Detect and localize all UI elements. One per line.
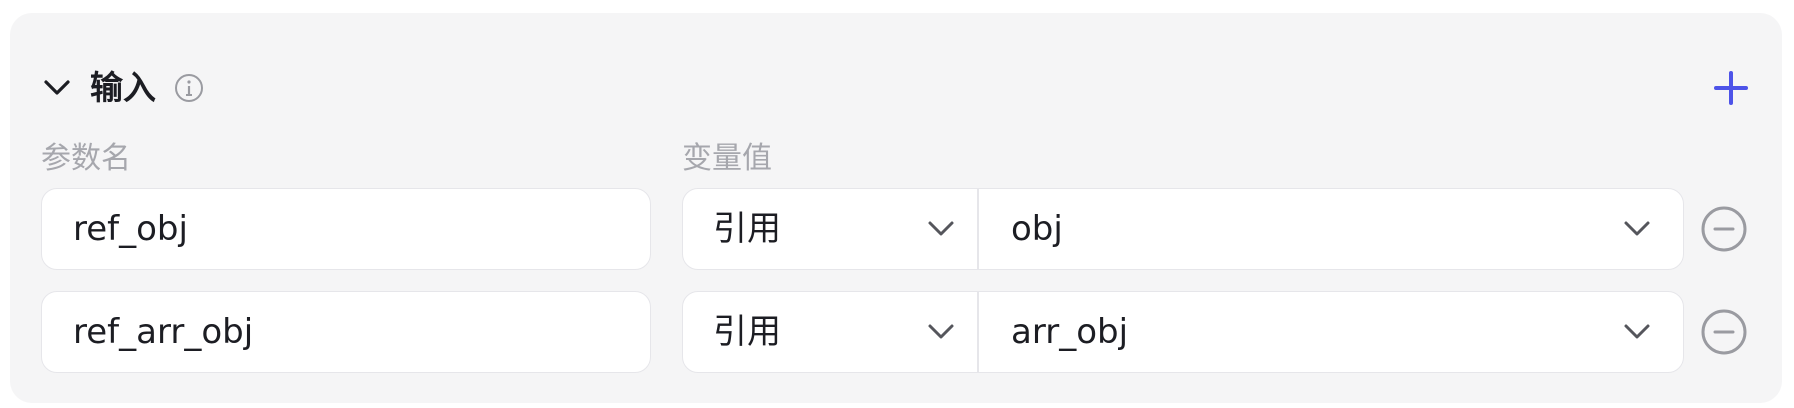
parameter-row: ref_obj 引用 obj — [10, 188, 1782, 272]
parameter-row: ref_arr_obj 引用 arr_obj — [10, 291, 1782, 375]
chevron-down-icon — [925, 317, 957, 347]
chevron-down-icon — [925, 214, 957, 244]
remove-row-button[interactable] — [1700, 308, 1748, 356]
variable-value-field: 引用 obj — [682, 188, 1684, 270]
minus-circle-icon — [1701, 206, 1747, 252]
variable-select-value: arr_obj — [1011, 312, 1129, 352]
chevron-down-icon — [1621, 214, 1653, 244]
variable-select[interactable]: obj — [979, 189, 1683, 269]
section-header: 输入 — [10, 51, 1782, 125]
chevron-down-icon[interactable] — [40, 73, 74, 103]
value-type-label: 引用 — [713, 209, 781, 249]
column-label-value: 变量值 — [682, 141, 772, 176]
parameter-name-input[interactable]: ref_obj — [41, 188, 651, 270]
section-title: 输入 — [90, 68, 156, 107]
parameter-name-input[interactable]: ref_arr_obj — [41, 291, 651, 373]
value-type-select[interactable]: 引用 — [683, 292, 977, 372]
input-section-panel: 输入 参数名 变量值 ref_obj 引用 obj ref_arr_obj 引用… — [10, 13, 1782, 403]
variable-select-value: obj — [1011, 209, 1063, 249]
add-parameter-button[interactable] — [1708, 65, 1754, 111]
minus-circle-icon — [1701, 309, 1747, 355]
variable-value-field: 引用 arr_obj — [682, 291, 1684, 373]
column-label-name: 参数名 — [41, 141, 131, 176]
value-type-label: 引用 — [713, 312, 781, 352]
variable-select[interactable]: arr_obj — [979, 292, 1683, 372]
value-type-select[interactable]: 引用 — [683, 189, 977, 269]
plus-icon — [1714, 71, 1748, 105]
chevron-down-icon — [1621, 317, 1653, 347]
remove-row-button[interactable] — [1700, 205, 1748, 253]
info-icon[interactable] — [173, 72, 205, 104]
